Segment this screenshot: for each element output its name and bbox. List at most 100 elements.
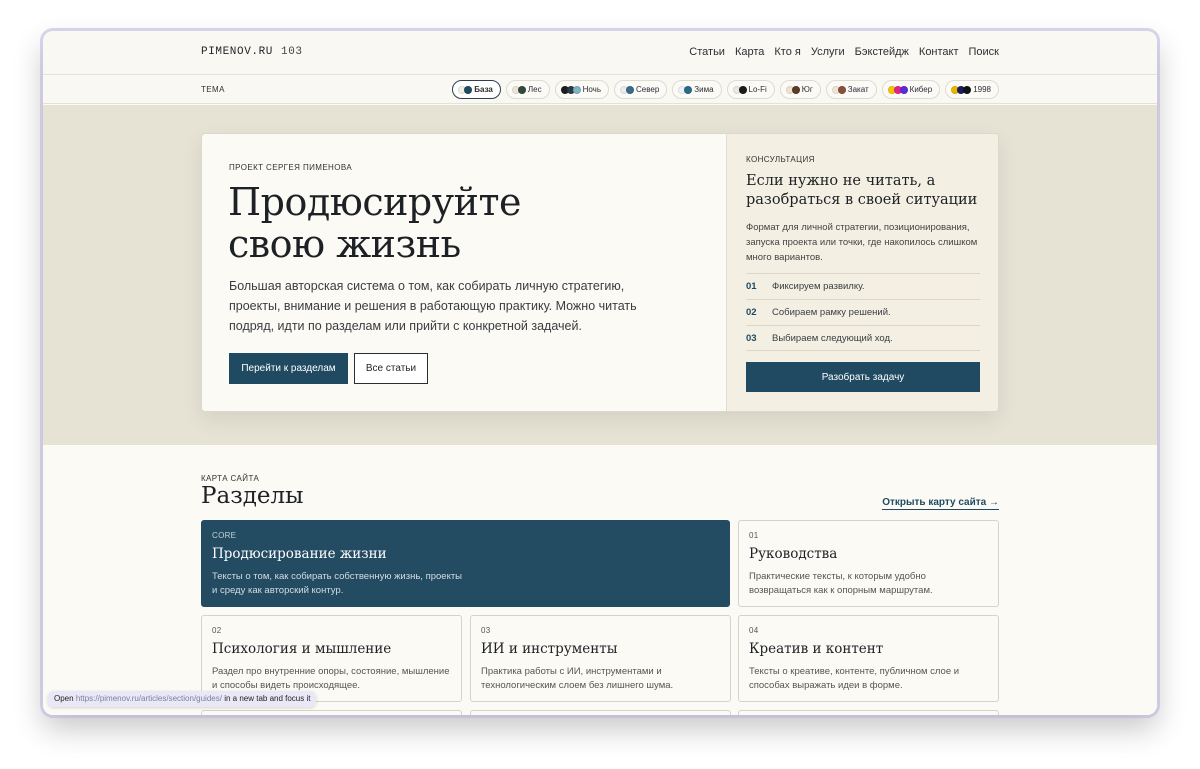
tile-code: CORE bbox=[212, 531, 237, 540]
section-tile-partial[interactable] bbox=[470, 710, 731, 715]
palette-swatch-icon bbox=[887, 85, 908, 94]
consult-steps: 01 Фиксируем развилку. 02 Собираем рамку р… bbox=[746, 273, 980, 351]
color-dot bbox=[625, 85, 634, 94]
theme-chip-label: 1998 bbox=[973, 85, 991, 94]
theme-bar: ТЕМА База Лес Ночь Север Зима Lo-Fi Юг Закат Киб… bbox=[43, 76, 1157, 104]
tile-description: Тексты о том, как собирать собственную ж… bbox=[212, 571, 463, 596]
logo-text: PIMENOV.RU bbox=[201, 46, 274, 58]
tile-description: Тексты о креативе, контенте, публичном с… bbox=[749, 666, 960, 691]
color-dot bbox=[791, 85, 800, 94]
tooltip-url: https://pimenov.ru/articles/section/guid… bbox=[75, 694, 222, 703]
hero-card: ПРОЕКТ СЕРГЕЯ ПИМЕНОВА Продюсируйте свою… bbox=[201, 133, 999, 412]
tile-code: 02 bbox=[212, 626, 222, 635]
theme-chip[interactable]: Север bbox=[613, 80, 668, 99]
hero-description: Большая авторская система о том, как соб… bbox=[229, 279, 637, 333]
sections-title: Разделы bbox=[201, 483, 304, 509]
step-number: 02 bbox=[746, 307, 757, 318]
step-text: Фиксируем развилку. bbox=[772, 281, 865, 292]
hero-section: ПРОЕКТ СЕРГЕЯ ПИМЕНОВА Продюсируйте свою… bbox=[43, 105, 1157, 445]
palette-swatch-icon bbox=[458, 85, 473, 94]
color-dot bbox=[572, 85, 581, 94]
section-tile-core[interactable]: CORE Продюсирование жизни Тексты о том, … bbox=[201, 520, 730, 607]
nav-link-articles[interactable]: Статьи bbox=[689, 46, 725, 58]
theme-chip-label: Лес bbox=[527, 85, 542, 94]
tile-description: Раздел про внутренние опоры, состояние, … bbox=[212, 666, 450, 691]
theme-chip-label: Кибер bbox=[909, 85, 933, 94]
color-dot bbox=[837, 85, 846, 94]
theme-chip-label: Ночь bbox=[582, 85, 601, 94]
nav-link-map[interactable]: Карта bbox=[735, 46, 764, 58]
consult-step: 02 Собираем рамку решений. bbox=[746, 299, 980, 325]
hero-intro: ПРОЕКТ СЕРГЕЯ ПИМЕНОВА Продюсируйте свою… bbox=[202, 134, 726, 411]
hero-eyebrow: ПРОЕКТ СЕРГЕЯ ПИМЕНОВА bbox=[229, 163, 353, 172]
article-count: 103 bbox=[281, 46, 303, 58]
consult-step: 03 Выбираем следующий ход. bbox=[746, 325, 980, 351]
consult-eyebrow: КОНСУЛЬТАЦИЯ bbox=[746, 155, 815, 164]
theme-chip[interactable]: Кибер bbox=[881, 80, 941, 99]
section-tile-guides[interactable]: 01 Руководства Практические тексты, к ко… bbox=[738, 520, 999, 607]
theme-chip[interactable]: Юг bbox=[779, 80, 821, 99]
tile-title: Психология и мышление bbox=[212, 641, 392, 657]
section-tile-ai-tools[interactable]: 03 ИИ и инструменты Практика работы с ИИ… bbox=[470, 615, 731, 702]
theme-chip-label: Зима bbox=[694, 85, 714, 94]
theme-chip[interactable]: База bbox=[452, 80, 501, 99]
nav-link-search[interactable]: Поиск bbox=[969, 46, 999, 58]
consult-description: Формат для личной стратегии, позициониро… bbox=[746, 222, 978, 263]
palette-swatch-icon bbox=[619, 85, 634, 94]
consultation-panel: КОНСУЛЬТАЦИЯ Если нужно не читать, а раз… bbox=[726, 134, 998, 411]
theme-chip[interactable]: Закат bbox=[825, 80, 877, 99]
step-number: 03 bbox=[746, 332, 757, 344]
nav-link-services[interactable]: Услуги bbox=[811, 46, 845, 58]
theme-chip-label: Юг bbox=[801, 85, 813, 94]
nav-link-contact[interactable]: Контакт bbox=[919, 46, 959, 58]
tooltip-suffix: in a new tab and focus it bbox=[224, 694, 311, 703]
palette-swatch-icon bbox=[678, 85, 693, 94]
site-logo[interactable]: PIMENOV.RU 103 bbox=[201, 46, 303, 58]
link-hover-tooltip: Open https://pimenov.ru/articles/section… bbox=[48, 691, 317, 707]
palette-swatch-icon bbox=[831, 85, 846, 94]
open-site-map-link[interactable]: Открыть карту сайта → bbox=[882, 497, 999, 510]
theme-chip-label: Закат bbox=[847, 85, 869, 94]
all-articles-button[interactable]: Все статьи bbox=[354, 353, 428, 384]
step-text: Выбираем следующий ход. bbox=[772, 332, 893, 344]
color-dot bbox=[963, 85, 972, 94]
go-to-sections-button[interactable]: Перейти к разделам bbox=[229, 353, 348, 384]
color-dot bbox=[684, 85, 693, 94]
section-tile-partial[interactable] bbox=[738, 710, 999, 715]
theme-chip[interactable]: Ночь bbox=[554, 80, 609, 99]
top-nav: PIMENOV.RU 103 Статьи Карта Кто я Услуги … bbox=[43, 31, 1157, 75]
color-dot bbox=[464, 85, 473, 94]
palette-swatch-icon bbox=[732, 85, 747, 94]
step-text: Собираем рамку решений. bbox=[772, 307, 891, 318]
theme-label: ТЕМА bbox=[201, 85, 225, 94]
tile-title: Креатив и контент bbox=[749, 641, 884, 657]
main-nav: Статьи Карта Кто я Услуги Бэкстейдж Конт… bbox=[689, 46, 999, 58]
tile-title: Продюсирование жизни bbox=[212, 546, 387, 562]
section-tile-psychology[interactable]: 02 Психология и мышление Раздел про внут… bbox=[201, 615, 462, 702]
section-tile-partial[interactable] bbox=[201, 710, 462, 715]
consult-title: Если нужно не читать, а разобраться в св… bbox=[746, 173, 978, 208]
analyze-task-button[interactable]: Разобрать задачу bbox=[746, 362, 980, 392]
tile-code: 03 bbox=[481, 626, 491, 635]
color-dot bbox=[517, 85, 526, 94]
nav-link-about[interactable]: Кто я bbox=[774, 46, 800, 58]
theme-chip-label: Lo-Fi bbox=[748, 85, 767, 94]
theme-chip[interactable]: Lo-Fi bbox=[726, 80, 775, 99]
browser-window: PIMENOV.RU 103 Статьи Карта Кто я Услуги … bbox=[43, 31, 1157, 715]
tile-title: Руководства bbox=[749, 546, 838, 562]
nav-link-backstage[interactable]: Бэкстейдж bbox=[855, 46, 909, 58]
tooltip-prefix: Open bbox=[54, 694, 74, 703]
theme-chip[interactable]: Зима bbox=[672, 80, 722, 99]
tile-code: 01 bbox=[749, 531, 759, 540]
tile-title: ИИ и инструменты bbox=[481, 641, 618, 657]
theme-chip[interactable]: 1998 bbox=[945, 80, 999, 99]
theme-chip-label: Север bbox=[635, 85, 660, 94]
palette-swatch-icon bbox=[951, 85, 972, 94]
hero-title: Продюсируйте свою жизнь bbox=[228, 181, 521, 265]
tile-code: 04 bbox=[749, 626, 759, 635]
palette-swatch-icon bbox=[511, 85, 526, 94]
theme-chip[interactable]: Лес bbox=[505, 80, 550, 99]
section-tile-creative[interactable]: 04 Креатив и контент Тексты о креативе, … bbox=[738, 615, 999, 702]
tile-description: Практические тексты, к которым удобно во… bbox=[749, 571, 933, 596]
consult-step: 01 Фиксируем развилку. bbox=[746, 273, 980, 299]
